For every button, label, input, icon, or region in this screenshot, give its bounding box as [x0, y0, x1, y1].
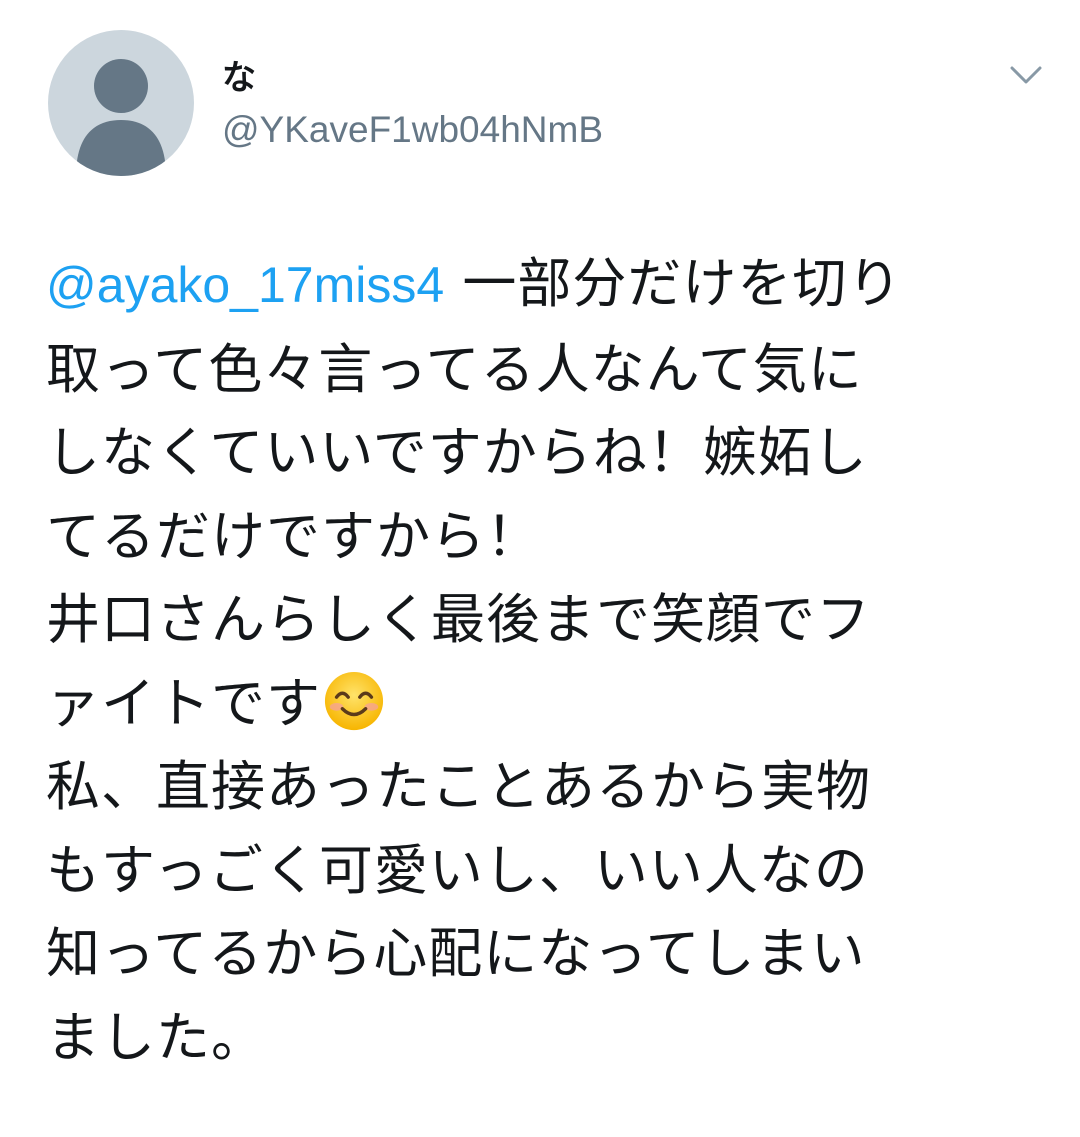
display-name[interactable]: な: [222, 56, 256, 100]
smiling-face-with-smiling-eyes-icon: [324, 671, 384, 730]
default-profile-silhouette-icon: [76, 59, 166, 176]
mention-link[interactable]: @ayako_17miss4: [46, 257, 444, 313]
tweet-line: もすっごく可愛いし、いい人なの: [46, 838, 869, 902]
tweet-line: 知ってるから心配になってしまい: [46, 922, 866, 985]
tweet-line: しなくていいですからね！嫉妬し: [46, 421, 868, 484]
tweet-line: 私、直接あったことあるから実物: [46, 755, 871, 818]
tweet-line: 取って色々言ってる人なんて気に: [46, 337, 863, 401]
tweet-line: ァイトです: [46, 662, 1036, 746]
tweet-line: ました。: [46, 1005, 266, 1069]
avatar[interactable]: [48, 30, 194, 176]
tweet-text: @ayako_17miss4 一部分だけを切り 取って色々言ってる人なんて気に …: [46, 242, 1036, 1079]
tweet-line: 井口さんらしく最後まで笑顔でフ: [46, 588, 871, 651]
tweet-line: てるだけですから！: [46, 504, 541, 568]
user-handle[interactable]: @YKaveF1wb04hNmB: [222, 108, 603, 152]
tweet-line-text: 一部分だけを切り: [462, 252, 903, 315]
tweet-line: @ayako_17miss4 一部分だけを切り: [46, 242, 1036, 328]
chevron-down-icon[interactable]: [1006, 60, 1046, 90]
tweet-card: な @YKaveF1wb04hNmB @ayako_17miss4 一部分だけを…: [0, 0, 1080, 1137]
tweet-line-text: ァイトです: [46, 671, 321, 735]
